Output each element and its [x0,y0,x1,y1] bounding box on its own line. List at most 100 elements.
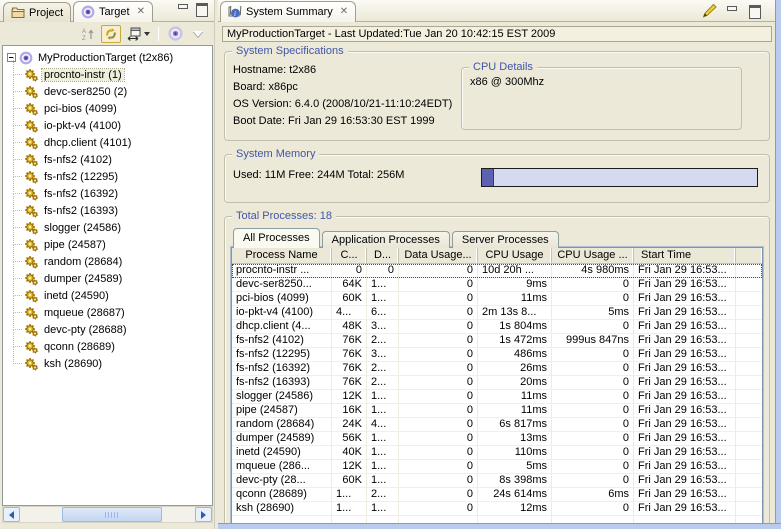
close-icon[interactable]: ✕ [137,7,145,17]
table-cell: 4... [332,306,367,320]
tree-item[interactable]: fs-nfs2 (16393) [3,202,212,219]
table-cell: 0 [552,460,634,474]
tree-item[interactable]: pipe (24587) [3,236,212,253]
column-header[interactable]: Start Time [634,248,736,263]
tab-all-processes[interactable]: All Processes [233,228,320,248]
close-icon[interactable]: ✕ [340,7,348,17]
table-row[interactable]: dhcp.client (4...48K3...01s 804ms0Fri Ja… [232,320,762,334]
tree-item[interactable]: random (28684) [3,253,212,270]
table-row[interactable]: procnto-instr ...00010d 20h ...4s 980msF… [232,264,762,278]
column-header[interactable]: CPU Usage ... [552,248,634,263]
pencil-icon[interactable] [701,3,717,18]
tree-item[interactable]: fs-nfs2 (12295) [3,168,212,185]
table-cell: 2... [367,376,399,390]
minimize-icon[interactable] [726,5,739,16]
table-cell: 0 [552,390,634,404]
table-cell: 1... [367,474,399,488]
system-summary-content: MyProductionTarget - Last Updated:Tue Ja… [219,22,775,523]
tree-item[interactable]: devc-ser8250 (2) [3,83,212,100]
table-row[interactable]: ksh (28690)1...1...012ms0Fri Jan 29 16:5… [232,502,762,516]
tree-item[interactable]: pci-bios (4099) [3,100,212,117]
sort-az-icon[interactable]: A Z [78,25,98,43]
tree-item[interactable]: mqueue (28687) [3,304,212,321]
system-summary-view: i System Summary ✕ MyProductionTarget - … [218,0,781,529]
tree-item-label: devc-ser8250 (2) [42,86,129,98]
table-cell: 12K [332,460,367,474]
table-cell: 6... [367,306,399,320]
table-cell: 76K [332,376,367,390]
table-row[interactable]: fs-nfs2 (16392)76K2...026ms0Fri Jan 29 1… [232,362,762,376]
tab-server-processes[interactable]: Server Processes [452,231,559,248]
tree-item[interactable]: dhcp.client (4101) [3,134,212,151]
tab-target[interactable]: Target ✕ [73,1,153,22]
tree-item[interactable]: slogger (24586) [3,219,212,236]
table-cell: 1s 472ms [478,334,552,348]
tree-item[interactable]: fs-nfs2 (4102) [3,151,212,168]
table-cell-filler [736,362,762,376]
scroll-right-icon[interactable] [195,507,212,522]
column-header[interactable]: D... [367,248,399,263]
table-row[interactable]: fs-nfs2 (12295)76K3...0486ms0Fri Jan 29 … [232,348,762,362]
table-cell-filler [736,292,762,306]
system-memory-group: System Memory Used: 11M Free: 244M Total… [224,154,770,203]
horizontal-scrollbar[interactable] [2,506,213,523]
tree-item[interactable]: inetd (24590) [3,287,212,304]
tree-item-label: pci-bios (4099) [42,103,119,115]
table-cell: 12ms [478,502,552,516]
tree-item[interactable]: ksh (28690) [3,355,212,372]
table-row[interactable]: fs-nfs2 (4102)76K2...01s 472ms999us 847n… [232,334,762,348]
column-header[interactable]: CPU Usage [478,248,552,263]
minimize-icon[interactable] [177,3,190,14]
table-row[interactable]: pci-bios (4099)60K1...011ms0Fri Jan 29 1… [232,292,762,306]
table-cell: 6ms [552,488,634,502]
scrollbar-track[interactable] [20,507,195,522]
tree-item[interactable]: fs-nfs2 (16392) [3,185,212,202]
table-row[interactable]: devc-pty (28...60K1...08s 398ms0Fri Jan … [232,474,762,488]
view-menu-icon[interactable] [188,25,208,43]
maximize-icon[interactable] [748,5,761,16]
table-cell: 60K [332,292,367,306]
table-cell: 24s 614ms [478,488,552,502]
table-cell: 3... [367,320,399,334]
tree-root[interactable]: MyProductionTarget (t2x86) [3,49,212,66]
maximize-icon[interactable] [195,3,208,14]
table-row[interactable]: fs-nfs2 (16393)76K2...020ms0Fri Jan 29 1… [232,376,762,390]
column-header[interactable]: Data Usage... [399,248,478,263]
refresh-icon[interactable] [101,25,121,43]
tab-application-processes[interactable]: Application Processes [322,231,450,248]
table-row[interactable]: slogger (24586)12K1...011ms0Fri Jan 29 1… [232,390,762,404]
tree-item[interactable]: devc-pty (28688) [3,321,212,338]
tree-item[interactable]: qconn (28689) [3,338,212,355]
table-cell: 24K [332,418,367,432]
column-header[interactable]: C... [332,248,367,263]
table-row[interactable]: io-pkt-v4 (4100)4...6...02m 13s 8...5msF… [232,306,762,320]
scroll-left-icon[interactable] [3,507,20,522]
table-row[interactable]: mqueue (286...12K1...05ms0Fri Jan 29 16:… [232,460,762,474]
table-cell [232,516,332,523]
table-cell: pipe (24587) [232,404,332,418]
table-cell: 0 [552,418,634,432]
tab-system-summary-label: System Summary [246,6,333,18]
table-row[interactable]: inetd (24590)40K1...0110ms0Fri Jan 29 16… [232,446,762,460]
table-cell: 0 [399,460,478,474]
tree-item[interactable]: dumper (24589) [3,270,212,287]
target-menu-icon[interactable] [165,25,185,43]
tree-item[interactable]: io-pkt-v4 (4100) [3,117,212,134]
tree-item[interactable]: procnto-instr (1) [3,66,212,83]
table-row[interactable]: random (28684)24K4...06s 817ms0Fri Jan 2… [232,418,762,432]
table-row[interactable]: dumper (24589)56K1...013ms0Fri Jan 29 16… [232,432,762,446]
target-navigator-view: Project Target ✕ A Z [0,0,215,529]
table-cell-filler [736,404,762,418]
tab-project[interactable]: Project [3,2,71,22]
table-cell: 0 [399,502,478,516]
reconnect-icon[interactable] [124,25,152,43]
scrollbar-thumb[interactable] [62,507,162,522]
table-row[interactable]: qconn (28689)1...2...024s 614ms6msFri Ja… [232,488,762,502]
table-cell: 0 [399,348,478,362]
table-row[interactable]: pipe (24587)16K1...011ms0Fri Jan 29 16:5… [232,404,762,418]
table-row[interactable]: devc-ser8250...64K1...09ms0Fri Jan 29 16… [232,278,762,292]
tab-system-summary[interactable]: i System Summary ✕ [220,1,356,22]
table-cell: Fri Jan 29 16:53... [634,474,736,488]
target-icon [19,51,33,65]
column-header[interactable]: Process Name [232,248,332,263]
